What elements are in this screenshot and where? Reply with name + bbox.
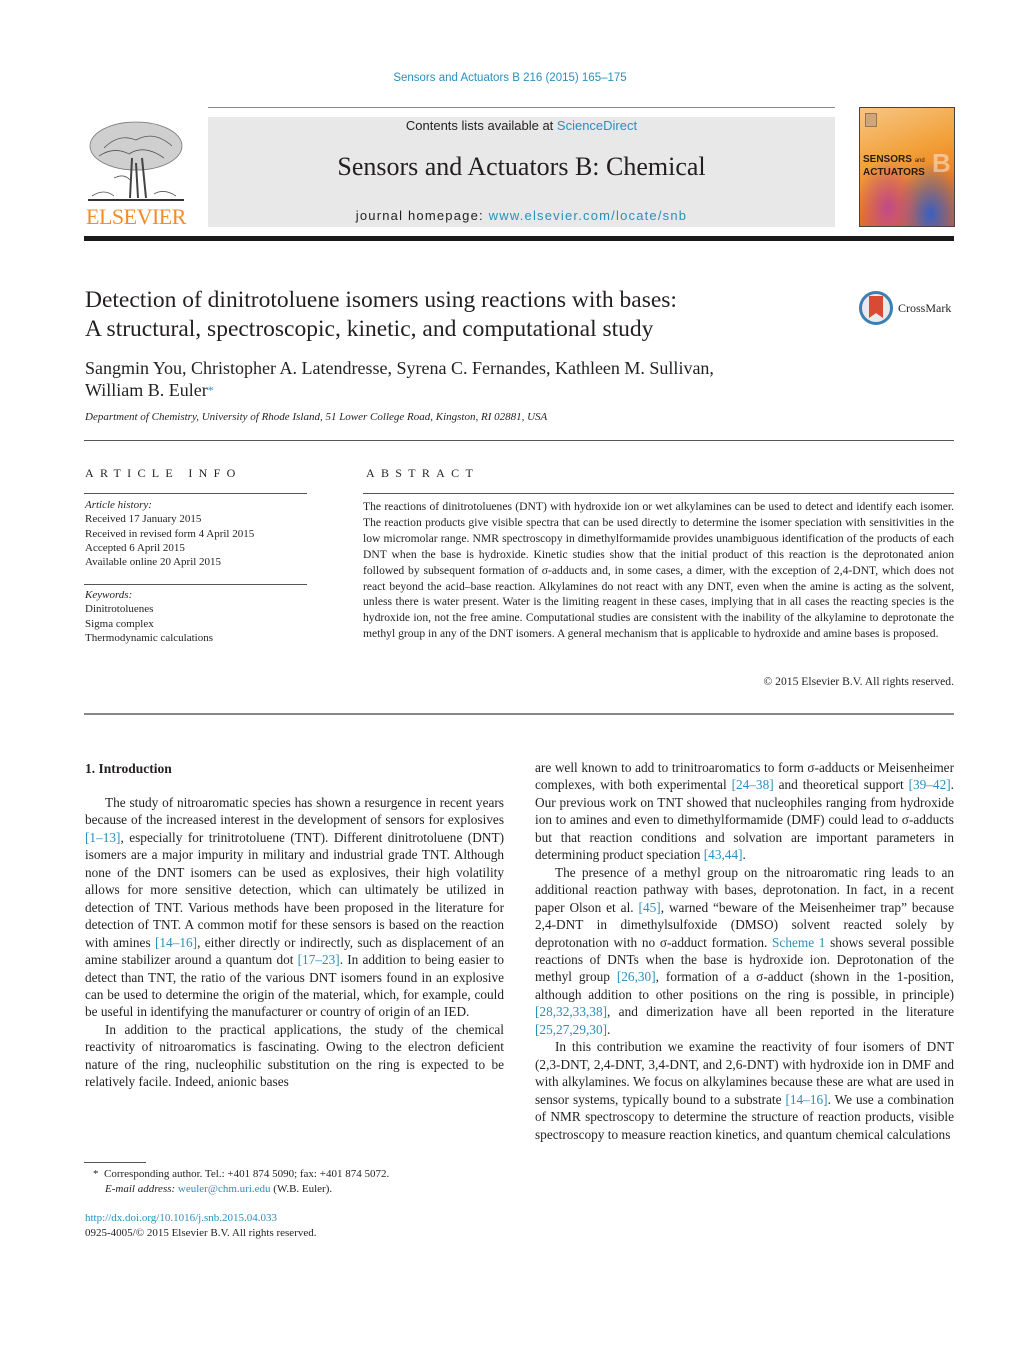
- keyword-item: Dinitrotoluenes: [85, 603, 154, 616]
- paragraph: The presence of a methyl group on the ni…: [535, 864, 954, 1037]
- cover-publisher-icon: [865, 113, 877, 127]
- contents-prefix: Contents lists available at: [405, 118, 557, 133]
- history-item: Available online 20 April 2015: [85, 556, 222, 569]
- section-divider: [84, 713, 954, 715]
- reference-link[interactable]: [17–23]: [298, 952, 340, 967]
- article-info-heading: ARTICLE INFO: [85, 466, 242, 480]
- body-column-right: are well known to add to trinitroaromati…: [535, 759, 954, 1143]
- doi-block: http://dx.doi.org/10.1016/j.snb.2015.04.…: [85, 1211, 317, 1241]
- paragraph: In this contribution we examine the reac…: [535, 1039, 954, 1142]
- email-label: E-mail address:: [105, 1183, 176, 1195]
- header-rule: [208, 107, 835, 108]
- contents-line: Contents lists available at ScienceDirec…: [208, 118, 835, 133]
- keyword-item: Sigma complex: [85, 617, 154, 630]
- paragraph: In addition to the practical application…: [85, 1021, 504, 1090]
- history-item: Received 17 January 2015: [85, 513, 202, 526]
- journal-citation-link[interactable]: Sensors and Actuators B 216 (2015) 165–1…: [0, 72, 1020, 84]
- corresponding-author-link[interactable]: *: [208, 383, 214, 397]
- email-link[interactable]: weuler@chm.uri.edu: [178, 1183, 271, 1195]
- history-item: Received in revised form 4 April 2015: [85, 527, 255, 540]
- footnote-rule: [84, 1162, 146, 1163]
- homepage-prefix: journal homepage:: [355, 208, 489, 223]
- journal-cover-thumbnail[interactable]: SENSORS and ACTUATORS B: [859, 107, 955, 227]
- history-item: Accepted 6 April 2015: [85, 541, 185, 554]
- keywords: Keywords: Dinitrotoluenes Sigma complex …: [85, 588, 213, 645]
- header-thick-rule: [84, 236, 954, 241]
- journal-homepage-link[interactable]: www.elsevier.com/locate/snb: [489, 208, 688, 223]
- homepage-line: journal homepage: www.elsevier.com/locat…: [208, 208, 835, 223]
- divider: [84, 440, 954, 441]
- elsevier-tree-icon: [88, 121, 184, 201]
- reference-link[interactable]: [24–38]: [732, 777, 774, 792]
- article-title: Detection of dinitrotoluene isomers usin…: [85, 287, 677, 342]
- cover-title: SENSORS and ACTUATORS: [863, 154, 925, 178]
- journal-masthead: Contents lists available at ScienceDirec…: [208, 117, 835, 227]
- reference-link[interactable]: [14–16]: [785, 1092, 827, 1107]
- reference-link[interactable]: [26,30]: [617, 969, 656, 984]
- body-column-left: The study of nitroaromatic species has s…: [85, 794, 504, 1091]
- reference-link[interactable]: [14–16]: [155, 935, 197, 950]
- paragraph: are well known to add to trinitroaromati…: [535, 760, 954, 863]
- scheme-link[interactable]: Scheme 1: [772, 935, 825, 950]
- reference-link[interactable]: [43,44]: [704, 847, 743, 862]
- footnote: * Corresponding author. Tel.: +401 874 5…: [85, 1167, 389, 1197]
- issn-line: 0925-4005/© 2015 Elsevier B.V. All right…: [85, 1227, 317, 1239]
- authors-line-2: William B. Euler: [85, 380, 208, 400]
- divider: [84, 493, 307, 494]
- affiliation: Department of Chemistry, University of R…: [85, 411, 548, 423]
- sciencedirect-link[interactable]: ScienceDirect: [557, 118, 637, 133]
- keyword-item: Thermodynamic calculations: [85, 631, 213, 644]
- author-list: Sangmin You, Christopher A. Latendresse,…: [85, 357, 845, 401]
- divider: [84, 584, 307, 585]
- keywords-label: Keywords:: [85, 589, 133, 601]
- elsevier-wordmark: ELSEVIER: [86, 204, 186, 229]
- crossmark-label: CrossMark: [898, 301, 952, 315]
- reference-link[interactable]: [1–13]: [85, 830, 120, 845]
- authors-line-1: Sangmin You, Christopher A. Latendresse,…: [85, 358, 714, 378]
- paragraph: The study of nitroaromatic species has s…: [85, 795, 505, 1020]
- crossmark-button[interactable]: CrossMark: [859, 291, 959, 331]
- section-heading: 1. Introduction: [85, 761, 172, 776]
- reference-link[interactable]: [25,27,29,30]: [535, 1022, 607, 1037]
- reference-link[interactable]: [45]: [639, 900, 661, 915]
- reference-link[interactable]: [39–42]: [909, 777, 951, 792]
- history-label: Article history:: [85, 499, 152, 511]
- corresponding-author-note: Corresponding author. Tel.: +401 874 509…: [104, 1168, 390, 1180]
- reference-link[interactable]: [28,32,33,38]: [535, 1004, 607, 1019]
- abstract-heading: ABSTRACT: [366, 466, 480, 480]
- article-history: Article history: Received 17 January 201…: [85, 498, 254, 569]
- cover-letter: B: [932, 148, 951, 178]
- abstract-copyright: © 2015 Elsevier B.V. All rights reserved…: [763, 675, 954, 688]
- doi-link[interactable]: http://dx.doi.org/10.1016/j.snb.2015.04.…: [85, 1212, 277, 1224]
- journal-name: Sensors and Actuators B: Chemical: [337, 152, 706, 181]
- divider: [363, 493, 954, 494]
- abstract-text: The reactions of dinitrotoluenes (DNT) w…: [363, 500, 954, 641]
- footnote-mark: *: [93, 1168, 99, 1180]
- email-suffix: (W.B. Euler).: [270, 1183, 333, 1195]
- elsevier-logo[interactable]: ELSEVIER: [84, 118, 188, 230]
